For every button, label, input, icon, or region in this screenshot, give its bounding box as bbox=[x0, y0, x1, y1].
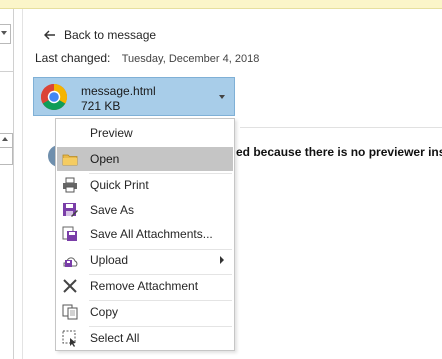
left-dropdown[interactable] bbox=[0, 24, 11, 44]
menu-item-save-all-attachments[interactable]: Save All Attachments... bbox=[57, 222, 233, 246]
menu-item-label: Upload bbox=[90, 253, 129, 267]
chevron-down-icon bbox=[1, 31, 7, 35]
menu-item-label: Preview bbox=[90, 126, 133, 140]
header-divider bbox=[240, 127, 442, 128]
menu-item-remove-attachment[interactable]: Remove Attachment bbox=[57, 274, 233, 298]
menu-item-copy[interactable]: Copy bbox=[57, 300, 233, 324]
menu-item-open[interactable]: Open bbox=[57, 147, 233, 171]
last-changed-row: Last changed: Tuesday, December 4, 2018 bbox=[35, 51, 259, 65]
attachment-name: message.html bbox=[81, 84, 156, 98]
pane-divider bbox=[22, 9, 23, 359]
upload-icon bbox=[63, 257, 78, 267]
folder-icon bbox=[62, 154, 78, 166]
back-to-message-link[interactable]: Back to message bbox=[44, 26, 156, 44]
back-arrow-icon bbox=[44, 30, 55, 40]
select-all-icon bbox=[62, 330, 76, 347]
last-changed-label: Last changed: bbox=[35, 51, 111, 65]
menu-item-label: Copy bbox=[90, 305, 119, 319]
scrollbar-divider bbox=[0, 147, 12, 148]
menu-item-label: Open bbox=[90, 152, 120, 166]
save-all-icon bbox=[62, 226, 77, 241]
attachment-context-menu: Preview Open Quick Print Save As Save Al… bbox=[55, 118, 235, 351]
menu-item-label: Save All Attachments... bbox=[90, 227, 213, 241]
menu-item-save-as[interactable]: Save As bbox=[57, 198, 233, 222]
attachment-size: 721 KB bbox=[81, 99, 121, 113]
menu-item-quick-print[interactable]: Quick Print bbox=[57, 173, 233, 197]
left-divider bbox=[0, 71, 13, 72]
save-as-icon bbox=[63, 203, 78, 217]
last-changed-date: Tuesday, December 4, 2018 bbox=[121, 53, 260, 65]
left-pane-edge bbox=[0, 9, 14, 359]
attachment-dropdown-icon[interactable] bbox=[219, 95, 225, 99]
message-body-text: ed because there is no previewer inst bbox=[236, 145, 442, 159]
menu-item-select-all[interactable]: Select All bbox=[57, 326, 233, 350]
submenu-arrow-icon bbox=[220, 256, 224, 264]
menu-item-label: Select All bbox=[90, 331, 140, 345]
menu-item-upload[interactable]: Upload bbox=[57, 248, 233, 272]
attachment-tile[interactable]: message.html 721 KB bbox=[33, 77, 235, 116]
notification-bar bbox=[0, 0, 442, 9]
remove-icon bbox=[63, 279, 77, 293]
chrome-icon bbox=[40, 84, 68, 111]
printer-icon bbox=[63, 177, 77, 193]
copy-icon bbox=[62, 304, 78, 320]
scroll-up-icon[interactable] bbox=[2, 137, 8, 141]
menu-item-preview[interactable]: Preview bbox=[57, 121, 233, 145]
menu-item-label: Save As bbox=[90, 203, 135, 217]
left-scrollbar[interactable] bbox=[0, 133, 13, 165]
back-label: Back to message bbox=[64, 28, 157, 42]
menu-item-label: Quick Print bbox=[90, 178, 149, 192]
menu-item-label: Remove Attachment bbox=[90, 279, 199, 293]
